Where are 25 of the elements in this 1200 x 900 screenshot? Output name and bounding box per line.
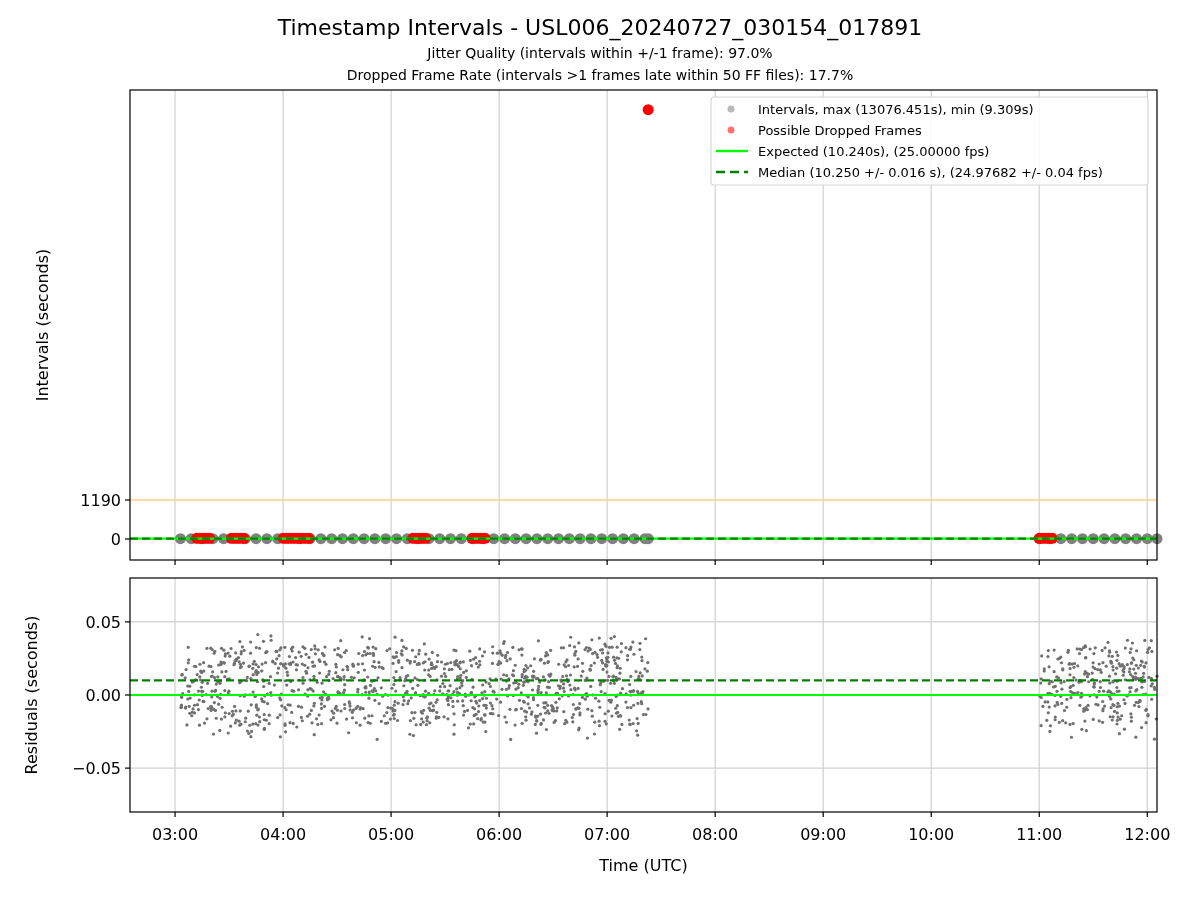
axis-label: Residuals (seconds) xyxy=(22,615,41,775)
tick-label: 0.05 xyxy=(85,612,121,632)
tick-label: −0.05 xyxy=(71,759,121,779)
figure-subtitle: Dropped Frame Rate (intervals >1 frames late within 50 FF files): 17.7% xyxy=(346,66,854,85)
tick-label: 12:00 xyxy=(1124,825,1171,844)
legend-label: Possible Dropped Frames xyxy=(758,122,922,138)
tick-label: 08:00 xyxy=(692,825,739,844)
tick-label: 03:00 xyxy=(152,825,199,844)
legend-label: Median (10.250 +/- 0.016 s), (24.97682 +/- 0.04 fps) xyxy=(758,164,1103,180)
axis-label: Intervals (seconds) xyxy=(33,248,52,402)
figure-subtitle: Jitter Quality (intervals within +/-1 frame): 97.0% xyxy=(427,44,773,63)
tick-label: 05:00 xyxy=(368,825,415,844)
legend-label: Expected (10.240s), (25.00000 fps) xyxy=(758,143,990,159)
tick-label: 09:00 xyxy=(800,825,847,844)
figure-title: Timestamp Intervals - USL006_20240727_030154_017891 xyxy=(277,14,923,42)
axis-label: Time (UTC) xyxy=(599,856,688,875)
tick-label: 06:00 xyxy=(476,825,523,844)
tick-label: 11:00 xyxy=(1016,825,1063,844)
tick-label: 10:00 xyxy=(908,825,955,844)
tick-label: 07:00 xyxy=(584,825,631,844)
tick-label: 04:00 xyxy=(260,825,307,844)
legend-label: Intervals, max (13076.451s), min (9.309s) xyxy=(758,101,1034,117)
tick-label: 0 xyxy=(110,530,121,549)
tick-label: 0.00 xyxy=(85,686,121,705)
tick-label: 1190 xyxy=(80,491,121,510)
